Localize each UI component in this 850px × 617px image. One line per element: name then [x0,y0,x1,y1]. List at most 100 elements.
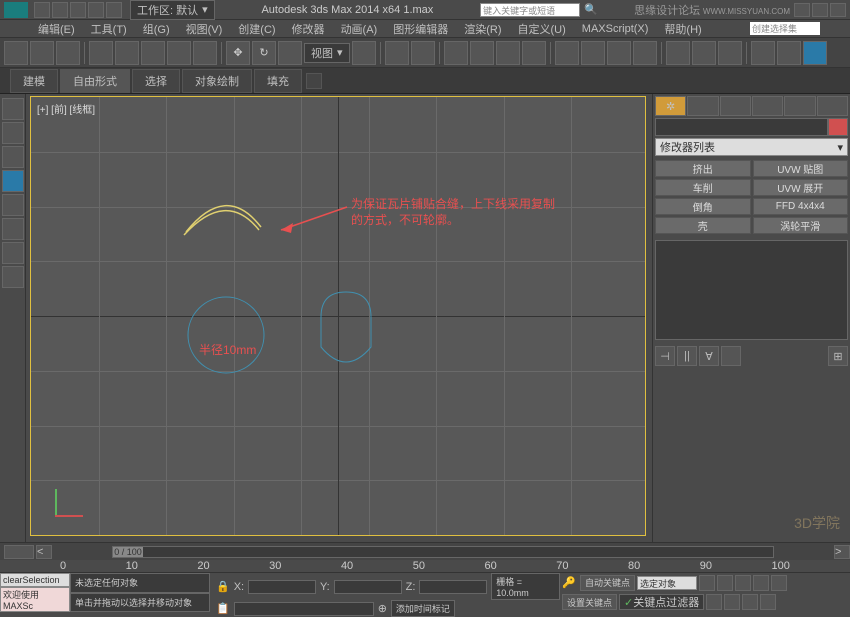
menu-animation[interactable]: 动画(A) [333,19,386,39]
key-icon[interactable]: 🔑 [562,576,578,589]
modify-tab-icon[interactable] [687,96,718,116]
menu-group[interactable]: 组(G) [135,19,178,39]
prev-frame-icon[interactable] [717,575,733,591]
setkey-button[interactable]: 设置关键点 [562,594,617,610]
viewport-front[interactable]: [+] [前] [线框] [30,96,646,536]
y-input[interactable] [334,580,402,594]
redo-icon[interactable] [106,2,122,18]
time-slider-track[interactable]: 0 / 100 [112,546,774,558]
nav-zoom-icon[interactable] [724,594,740,610]
app-logo-icon[interactable] [4,2,28,18]
minimize-icon[interactable] [794,3,810,17]
spinner-snap-icon[interactable] [522,41,546,65]
object-color-swatch[interactable] [828,118,848,136]
key-target-dropdown[interactable]: 选定对象 [637,576,697,590]
lt-select-icon[interactable] [2,122,24,144]
pivot-icon[interactable] [352,41,376,65]
render-frame-icon[interactable] [777,41,801,65]
render-setup-icon[interactable] [751,41,775,65]
x-input[interactable] [248,580,316,594]
pin-stack-icon[interactable]: ⊣ [655,346,675,366]
lt-layers-icon[interactable] [2,266,24,288]
rotate-icon[interactable]: ↻ [252,41,276,65]
snap-angle-icon[interactable] [470,41,494,65]
menu-modifiers[interactable]: 修改器 [284,19,333,39]
keyfilter-button[interactable]: ✓ 关键点过滤器 [619,594,704,610]
lt-arrow-icon[interactable] [2,98,24,120]
btn-turbosmooth[interactable]: 涡轮平滑 [753,217,849,234]
snap-2d-icon[interactable] [444,41,468,65]
menu-views[interactable]: 视图(V) [178,19,231,39]
window-crossing-icon[interactable] [193,41,217,65]
tab-object-paint[interactable]: 对象绘制 [182,69,252,93]
bind-space-warp-icon[interactable] [56,41,80,65]
undo-icon[interactable] [88,2,104,18]
lock-icon[interactable]: 🔒 [216,580,230,593]
snap-percent-icon[interactable] [496,41,520,65]
btn-lathe[interactable]: 车削 [655,179,751,196]
menu-customize[interactable]: 自定义(U) [510,19,574,39]
mirror-icon[interactable] [581,41,605,65]
script-input[interactable] [234,602,374,616]
curve-editor-icon[interactable] [666,41,690,65]
remove-modifier-icon[interactable] [721,346,741,366]
time-tag-button[interactable]: 添加时间标记 [391,600,455,617]
maximize-icon[interactable] [812,3,828,17]
time-left-icon[interactable]: < [36,545,52,559]
selection-set-input[interactable]: 创建选择集 [750,22,820,35]
close-icon[interactable] [830,3,846,17]
nav-orbit-icon[interactable] [742,594,758,610]
help-search-input[interactable]: 键入关键字或短语 [480,3,580,17]
search-icon[interactable]: 🔍 [584,3,598,17]
listener-output[interactable]: clearSelection [0,573,70,587]
tab-modeling[interactable]: 建模 [10,69,58,93]
schematic-icon[interactable] [692,41,716,65]
utilities-tab-icon[interactable] [817,96,848,116]
workspace-selector[interactable]: 工作区: 默认 ▾ [130,0,215,20]
hierarchy-tab-icon[interactable] [720,96,751,116]
arc-shape-top[interactable] [186,206,261,232]
configure-sets-icon[interactable]: ⊞ [828,346,848,366]
make-unique-icon[interactable]: ∀ [699,346,719,366]
shield-shape[interactable] [321,292,371,362]
selection-filter-icon[interactable] [89,41,113,65]
reference-coord-dropdown[interactable]: 视图▾ [304,43,350,63]
menu-graph[interactable]: 图形编辑器 [385,19,456,39]
z-input[interactable] [419,580,487,594]
exchange-icon[interactable] [616,3,630,17]
tab-selection[interactable]: 选择 [132,69,180,93]
select-name-icon[interactable] [141,41,165,65]
menu-rendering[interactable]: 渲染(R) [456,19,509,39]
unlink-icon[interactable] [30,41,54,65]
signin-icon[interactable] [600,3,614,17]
manipulate-icon[interactable] [385,41,409,65]
circle-shape[interactable] [188,297,264,373]
play-icon[interactable] [735,575,751,591]
lt-play-icon[interactable] [2,242,24,264]
display-tab-icon[interactable] [784,96,815,116]
next-frame-icon[interactable] [753,575,769,591]
menu-maxscript[interactable]: MAXScript(X) [574,21,657,37]
btn-ffd[interactable]: FFD 4x4x4 [753,198,849,215]
new-icon[interactable] [34,2,50,18]
modifier-stack[interactable] [655,240,848,340]
listener-input[interactable]: 欢迎使用 MAXSc [0,587,70,612]
tab-populate[interactable]: 填充 [254,69,302,93]
create-tab-icon[interactable]: ✲ [655,96,686,116]
goto-start-icon[interactable] [699,575,715,591]
time-config-icon[interactable] [4,545,34,559]
motion-tab-icon[interactable] [752,96,783,116]
tab-freeform[interactable]: 自由形式 [60,69,130,93]
scale-icon[interactable] [278,41,302,65]
align-icon[interactable] [607,41,631,65]
select-object-icon[interactable] [115,41,139,65]
open-icon[interactable] [52,2,68,18]
menu-help[interactable]: 帮助(H) [656,19,709,39]
btn-uvw-map[interactable]: UVW 贴图 [753,160,849,177]
autokey-button[interactable]: 自动关键点 [580,575,635,591]
btn-shell[interactable]: 壳 [655,217,751,234]
layers-icon[interactable] [633,41,657,65]
time-right-icon[interactable]: > [834,545,850,559]
lt-brush-icon[interactable] [2,170,24,192]
show-result-icon[interactable]: || [677,346,697,366]
